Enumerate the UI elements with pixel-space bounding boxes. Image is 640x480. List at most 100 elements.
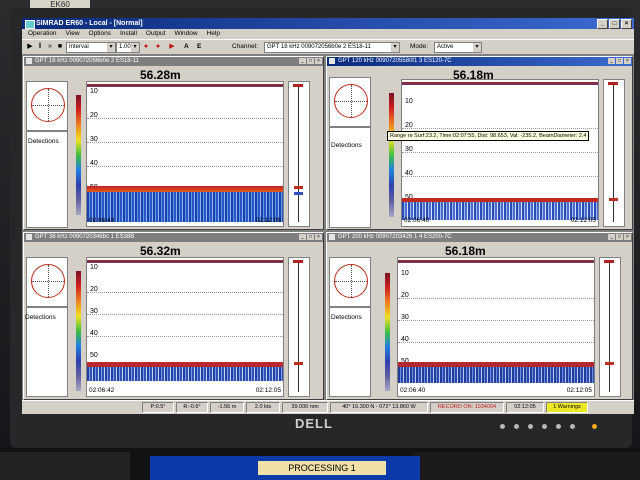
echogram-title[interactable]: GPT 18 kHz 009072056b0e 2 ES18-11 _ □ × bbox=[24, 57, 323, 66]
gridline bbox=[87, 336, 283, 337]
play-red-icon[interactable]: ▶ bbox=[168, 43, 176, 51]
monitor-button bbox=[570, 424, 575, 429]
time-end: 02:12:05 bbox=[256, 387, 281, 394]
echogram-plot[interactable]: 10 20 30 40 50 02:06:42 02:12:05 bbox=[86, 257, 284, 397]
color-scale[interactable] bbox=[76, 271, 81, 391]
ping-bottom bbox=[605, 362, 614, 365]
button-a[interactable]: A bbox=[184, 43, 189, 51]
detections-panel: Detections bbox=[329, 307, 371, 397]
menu-output[interactable]: Output bbox=[146, 29, 166, 39]
menu-install[interactable]: Install bbox=[120, 29, 137, 39]
color-scale[interactable] bbox=[389, 93, 394, 217]
window-icon bbox=[26, 58, 32, 64]
ping-surface bbox=[293, 260, 303, 263]
echogram-title-text: GPT 18 kHz 009072056b0e 2 ES18-11 bbox=[35, 58, 139, 64]
gridline bbox=[87, 314, 283, 315]
detections-panel: Detections bbox=[26, 131, 68, 228]
app-title: SIMRAD ER60 - Local - [Normal] bbox=[36, 20, 143, 27]
detections-label: Detections bbox=[25, 314, 56, 321]
color-scale[interactable] bbox=[385, 273, 390, 391]
color-scale[interactable] bbox=[76, 95, 81, 215]
menu-help[interactable]: Help bbox=[207, 29, 220, 39]
echogram-window-38khz[interactable]: GPT 38 kHz 0090720346bc 1 ES38B _ □ × 56… bbox=[23, 232, 324, 400]
app-icon bbox=[25, 20, 35, 29]
beam-display bbox=[26, 257, 68, 307]
single-ping-panel bbox=[599, 257, 621, 397]
echogram-plot[interactable]: 10 20 30 40 50 02:06:43 02:12:06 bbox=[86, 81, 284, 227]
echogram-title[interactable]: GPT 120 kHz 00907205580f1 3 ES120-7C _ □… bbox=[327, 57, 632, 66]
echogram-minimize-button[interactable]: _ bbox=[299, 234, 306, 240]
depth-readout: 56.18m bbox=[445, 244, 486, 258]
echogram-minimize-button[interactable]: _ bbox=[299, 58, 306, 64]
bottom-scatter bbox=[87, 192, 283, 222]
power-led bbox=[592, 424, 597, 429]
detections-label: Detections bbox=[331, 142, 362, 149]
roll-readout: R:-0.6° bbox=[176, 402, 208, 413]
menu-view[interactable]: View bbox=[66, 29, 80, 39]
record-stop-icon[interactable]: ● bbox=[154, 43, 162, 51]
status-bar: P:0.5° R:-0.6° -1.56 m 2.0 kts 39.000 nm… bbox=[22, 400, 634, 413]
pause-icon[interactable]: ‖ bbox=[36, 43, 44, 51]
warnings-indicator[interactable]: 1 Warnings bbox=[546, 402, 588, 413]
echogram-maximize-button[interactable]: □ bbox=[307, 234, 314, 240]
echogram-maximize-button[interactable]: □ bbox=[616, 234, 623, 240]
detections-label: Detections bbox=[331, 314, 362, 321]
interval-combo[interactable]: Interval bbox=[66, 42, 116, 53]
echogram-minimize-button[interactable]: _ bbox=[608, 58, 615, 64]
adjacent-monitor bbox=[0, 452, 130, 480]
single-ping-panel bbox=[603, 79, 625, 227]
echogram-minimize-button[interactable]: _ bbox=[608, 234, 615, 240]
echogram-close-button[interactable]: × bbox=[315, 234, 322, 240]
ping-bottom bbox=[294, 362, 303, 365]
echogram-maximize-button[interactable]: □ bbox=[616, 58, 623, 64]
time-start: 02:06:42 bbox=[89, 387, 114, 394]
echogram-close-button[interactable]: × bbox=[624, 234, 631, 240]
gridline bbox=[402, 128, 598, 129]
echogram-title[interactable]: GPT 38 kHz 0090720346bc 1 ES38B _ □ × bbox=[24, 233, 323, 242]
echogram-title-text: GPT 120 kHz 00907205580f1 3 ES120-7C bbox=[338, 58, 452, 64]
echogram-window-200khz[interactable]: GPT 200 kHz 00907203426 1 4 ES200-7C _ □… bbox=[326, 232, 633, 400]
forward-icon[interactable]: » bbox=[46, 43, 54, 51]
monitor-screen: SIMRAD ER60 - Local - [Normal] _ □ × Ope… bbox=[22, 18, 634, 414]
menu-window[interactable]: Window bbox=[174, 29, 197, 39]
record-icon[interactable]: ● bbox=[142, 43, 150, 51]
echogram-maximize-button[interactable]: □ bbox=[307, 58, 314, 64]
menu-options[interactable]: Options bbox=[89, 29, 111, 39]
time-start: 02:06:40 bbox=[400, 387, 425, 394]
depth-readout: 56.32m bbox=[140, 244, 181, 258]
menu-operation[interactable]: Operation bbox=[28, 29, 57, 39]
echogram-plot[interactable]: 10 20 30 40 50 02:06:40 02:12:05 bbox=[401, 79, 599, 227]
ping-surface bbox=[604, 260, 614, 263]
ping-line bbox=[298, 86, 299, 222]
depth-tick: 10 bbox=[401, 270, 409, 277]
ping-surface bbox=[608, 82, 618, 85]
echogram-window-120khz[interactable]: GPT 120 kHz 00907205580f1 3 ES120-7C _ □… bbox=[326, 56, 633, 230]
channel-combo[interactable]: GPT 18 kHz 009072056b0e 2 ES18-11 bbox=[264, 42, 400, 53]
window-icon bbox=[26, 234, 32, 240]
record-status[interactable]: RECORD ON: 1034004 bbox=[430, 402, 504, 413]
echogram-window-18khz[interactable]: GPT 18 kHz 009072056b0e 2 ES18-11 _ □ × … bbox=[23, 56, 324, 230]
monitor-button bbox=[556, 424, 561, 429]
minimize-button[interactable]: _ bbox=[597, 19, 608, 29]
play-icon[interactable]: ▶ bbox=[26, 43, 34, 51]
beam-target-icon bbox=[31, 88, 65, 122]
bottom-scatter bbox=[402, 202, 598, 220]
ping-bottom bbox=[294, 186, 303, 189]
close-button[interactable]: × bbox=[621, 19, 632, 29]
stop-icon[interactable]: ■ bbox=[56, 43, 64, 51]
mode-combo[interactable]: Active bbox=[434, 42, 482, 53]
toolbar: ▶ ‖ » ■ Interval 1.00 ● ● ▶ A E Channel:… bbox=[22, 39, 634, 55]
monitor-button bbox=[528, 424, 533, 429]
echogram-title[interactable]: GPT 200 kHz 00907203426 1 4 ES200-7C _ □… bbox=[327, 233, 632, 242]
button-e[interactable]: E bbox=[197, 43, 201, 51]
clock-readout: 02:12:05 bbox=[506, 402, 544, 413]
maximize-button[interactable]: □ bbox=[609, 19, 620, 29]
ping-line bbox=[298, 262, 299, 392]
echogram-close-button[interactable]: × bbox=[624, 58, 631, 64]
echogram-close-button[interactable]: × bbox=[315, 58, 322, 64]
beam-target-icon bbox=[31, 264, 65, 298]
interval-value-combo[interactable]: 1.00 bbox=[116, 42, 140, 53]
app-title-bar: SIMRAD ER60 - Local - [Normal] _ □ × bbox=[22, 18, 634, 29]
echogram-plot[interactable]: 10 20 30 40 50 02:06:40 02:12:05 bbox=[397, 257, 595, 397]
beam-display bbox=[329, 257, 371, 307]
